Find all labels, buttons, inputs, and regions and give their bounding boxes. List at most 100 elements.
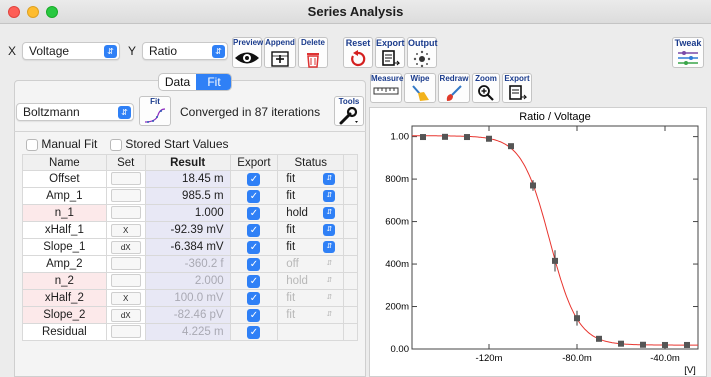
export-checkbox[interactable]: ✓ [247,206,261,220]
data-point [574,315,580,322]
x-select[interactable]: Voltage ⇵ [22,42,120,60]
y-tick-label: 1.00 [391,132,410,143]
data-point [530,182,536,189]
tweak-button[interactable]: Tweak [672,37,704,68]
param-name: Amp_2 [22,255,107,273]
data-point [662,341,668,348]
y-tick-label: 400m [385,259,409,270]
wipe-button[interactable]: Wipe [404,73,436,103]
plot-panel: Ratio / Voltage 0.00 200m 400m 600m 800m 1.00 -… [369,107,707,377]
spacer-cell [343,238,358,256]
set-button[interactable] [110,273,141,287]
spacer-cell [343,170,358,188]
plot-export-label: Export [504,74,530,83]
export-checkbox[interactable]: ✓ [247,291,261,305]
delete-label: Delete [300,38,325,47]
set-button[interactable] [110,256,141,270]
export-checkbox[interactable]: ✓ [247,274,261,288]
spacer-cell [343,272,358,290]
stored-start-checkbox[interactable]: Stored Start Values [110,137,229,151]
zoom-button[interactable]: Zoom [472,73,500,103]
fit-function-select[interactable]: Boltzmann ⇵ [16,103,134,121]
reset-button[interactable]: Reset [343,37,373,68]
status-select[interactable]: fit ⇵ [282,308,339,323]
redraw-label: Redraw [439,74,469,83]
export-doc-icon [503,85,531,105]
set-button[interactable] [110,171,141,185]
param-result: -360.2 f [144,255,231,273]
tab-data[interactable]: Data [159,74,196,90]
set-cell: dX [105,306,146,324]
checkbox-box [110,138,122,151]
export-checkbox[interactable]: ✓ [247,189,261,203]
status-cell: fit ⇵ [277,221,345,239]
export-checkbox[interactable]: ✓ [247,308,261,322]
y-axis-label: Y [128,44,137,58]
wrench-icon [335,106,363,128]
fit-function-value: Boltzmann [23,105,80,119]
export-cell: ✓ [229,272,279,290]
chevron-updown-icon: ⇵ [326,310,333,318]
status-cell: off ⇵ [277,255,345,273]
set-button[interactable]: dX [110,240,141,254]
fit-button[interactable]: Fit [139,96,171,126]
header-status: Status [277,154,345,171]
param-result: 1.000 [144,204,231,222]
export-checkbox[interactable]: ✓ [247,172,261,186]
export-cell: ✓ [229,170,279,188]
export-checkbox[interactable]: ✓ [247,257,261,271]
export-checkbox[interactable]: ✓ [247,325,261,339]
status-cell: fit ⇵ [277,170,345,188]
export-checkbox[interactable]: ✓ [247,223,261,237]
table-row: Amp_1 985.5 m ✓ fit ⇵ [22,187,358,205]
param-result: -6.384 mV [144,238,231,256]
delete-button[interactable]: Delete [298,37,328,68]
table-row: n_2 2.000 ✓ hold ⇵ [22,272,358,290]
table-row: Slope_1 dX -6.384 mV ✓ fit ⇵ [22,238,358,256]
status-select[interactable]: off ⇵ [282,257,339,272]
x-select-value: Voltage [29,44,70,58]
export-cell: ✓ [229,187,279,205]
tab-fit[interactable]: Fit [196,74,231,90]
export-checkbox[interactable]: ✓ [247,240,261,254]
append-button[interactable]: Append [264,37,296,68]
chevron-updown-icon: ⇵ [323,206,336,219]
table-row: Amp_2 -360.2 f ✓ off ⇵ [22,255,358,273]
set-button[interactable] [110,188,141,202]
data-point [464,134,470,141]
export-button[interactable]: Export [375,37,405,68]
measure-label: Measure [371,74,404,83]
param-name: n_2 [22,272,107,290]
status-select[interactable]: fit ⇵ [282,240,339,255]
y-select[interactable]: Ratio ⇵ [142,42,228,60]
status-select[interactable]: fit ⇵ [282,223,339,238]
status-select[interactable]: hold ⇵ [282,274,339,289]
status-select[interactable]: fit ⇵ [282,291,339,306]
status-select[interactable]: hold ⇵ [282,206,339,221]
status-cell: fit ⇵ [277,238,345,256]
status-value: fit [286,308,296,321]
status-value: fit [286,240,296,253]
status-select[interactable]: fit ⇵ [282,172,339,187]
y-tick-label: 200m [385,302,409,313]
set-button[interactable]: X [110,291,141,305]
set-button[interactable]: X [110,223,141,237]
set-button[interactable] [110,205,141,219]
preview-button[interactable]: Preview [232,37,264,68]
measure-button[interactable]: Measure [370,73,404,103]
preview-label: Preview [233,38,264,47]
status-cell: hold ⇵ [277,204,345,222]
set-button[interactable]: dX [110,308,141,322]
tools-button[interactable]: Tools [334,96,364,126]
manual-fit-checkbox[interactable]: Manual Fit [26,137,97,151]
status-cell: fit ⇵ [277,289,345,307]
plot-export-button[interactable]: Export [502,73,532,103]
export-doc-icon [376,50,404,71]
data-point [618,340,624,347]
set-button[interactable] [110,324,141,338]
ratio-voltage-chart[interactable]: Ratio / Voltage 0.00 200m 400m 600m 800m 1.00 -… [370,108,708,377]
status-select[interactable]: fit ⇵ [282,189,339,204]
output-button[interactable]: Output [407,37,438,68]
status-cell [277,323,345,341]
redraw-button[interactable]: Redraw [438,73,470,103]
